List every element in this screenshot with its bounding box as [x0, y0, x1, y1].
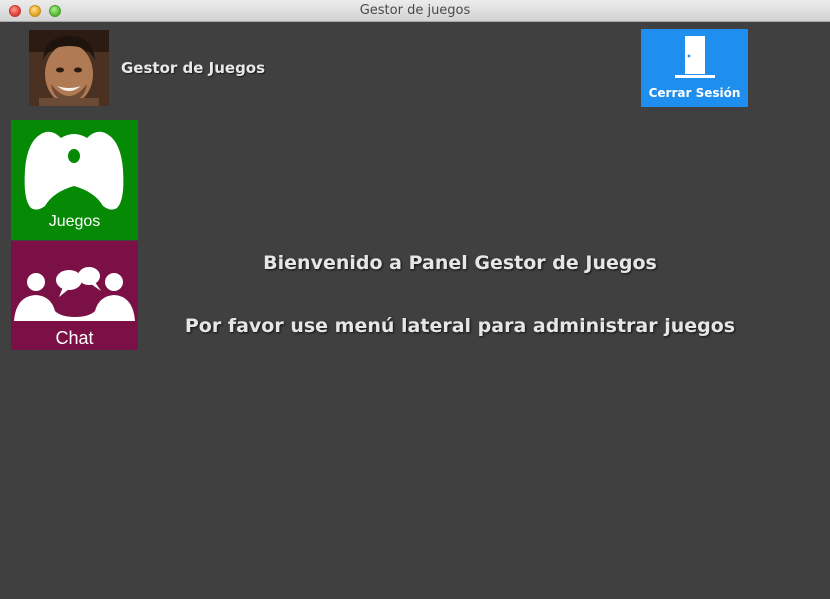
sidebar-item-chat[interactable]: Chat — [11, 241, 138, 350]
sidebar-item-games[interactable]: Juegos — [11, 120, 138, 240]
window-title: Gestor de juegos — [359, 3, 471, 18]
welcome-heading: Bienvenido a Panel Gestor de Juegos — [263, 252, 657, 274]
door-icon — [675, 36, 715, 78]
instructions-text: Por favor use menú lateral para administ… — [184, 315, 736, 337]
sidebar-item-label: Juegos — [48, 213, 101, 230]
app-window: Gestor de juegos Gestor de Juegos Cerrar… — [0, 0, 830, 599]
avatar — [29, 30, 109, 106]
title-bar[interactable]: Gestor de juegos — [0, 0, 830, 22]
logout-button[interactable]: Cerrar Sesión — [641, 29, 748, 107]
app-name: Gestor de Juegos — [121, 59, 266, 77]
sidebar-item-label: Chat — [55, 328, 94, 348]
gamepad-icon — [24, 131, 124, 210]
chat-people-icon — [14, 267, 135, 321]
logout-label: Cerrar Sesión — [648, 86, 741, 100]
